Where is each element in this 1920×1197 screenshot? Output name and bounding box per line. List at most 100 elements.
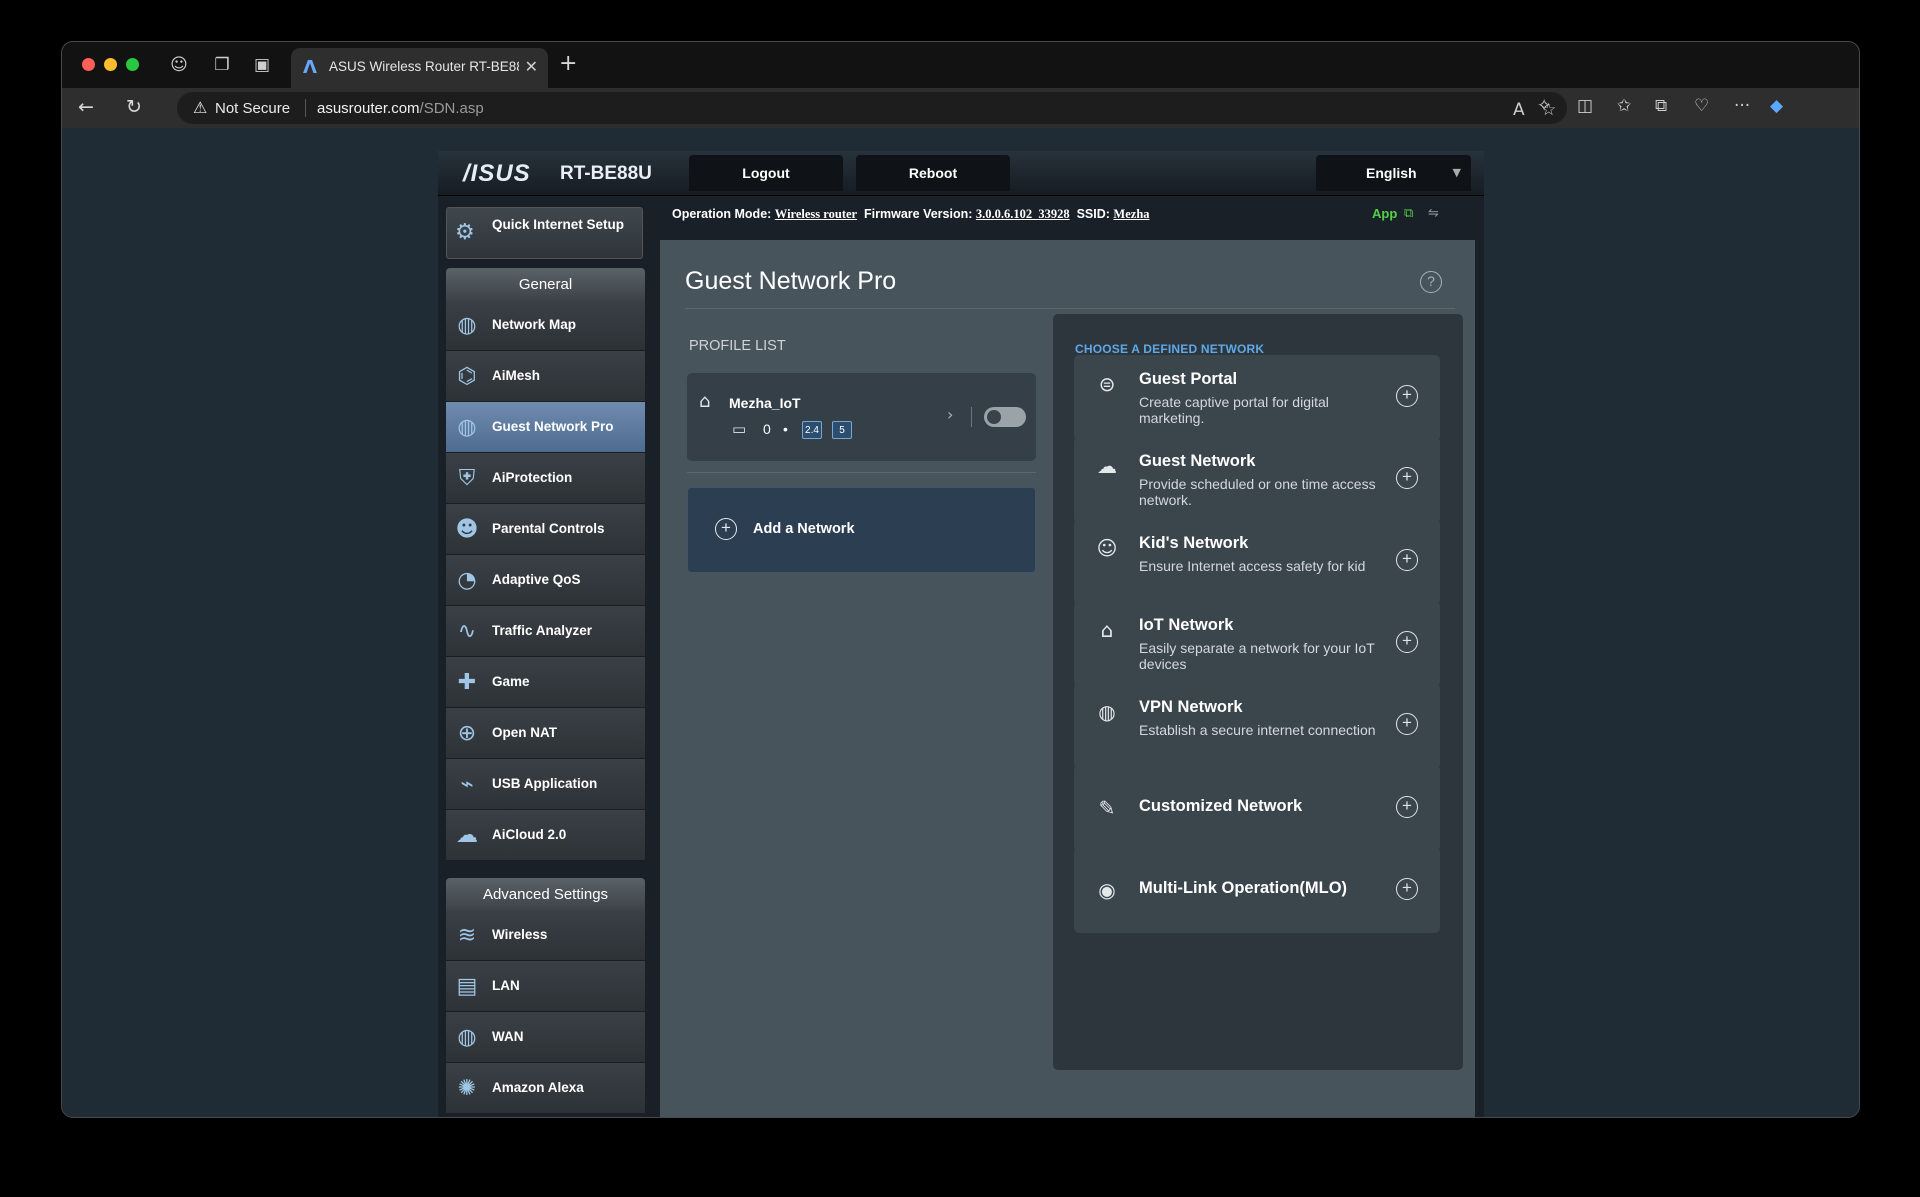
network-status-icon[interactable]: ⧉ (1404, 206, 1413, 221)
tab-title: ASUS Wireless Router RT-BE88U (329, 59, 519, 74)
workspaces-icon[interactable]: ❐ (210, 53, 234, 77)
minimize-window-button[interactable] (104, 58, 117, 71)
address-bar: ← ↻ ⚠ Not Secure asusrouter.com/SDN.asp … (62, 88, 1859, 128)
chevron-right-icon[interactable]: › (947, 405, 953, 424)
sidebar-item-label: AiCloud 2.0 (492, 827, 567, 842)
sidebar-item-aicloud-2-0[interactable]: ☁ AiCloud 2.0 (446, 810, 645, 861)
content-panel: Guest Network Pro ? PROFILE LIST ⌂ Mezha… (660, 240, 1475, 1117)
sidebar-adv-item-lan[interactable]: ▤ LAN (446, 961, 645, 1012)
network-card-customized-network[interactable]: ✎ Customized Network + (1074, 765, 1440, 851)
usb-icon: ⌁ (460, 772, 474, 797)
maximize-window-button[interactable] (126, 58, 139, 71)
sidebar-item-aimesh[interactable]: ⌬ AiMesh (446, 351, 645, 402)
add-circle-icon[interactable]: + (1396, 385, 1418, 407)
sidebar-item-guest-network-pro[interactable]: ◍ Guest Network Pro (446, 402, 645, 453)
more-options-icon[interactable]: ··· (1734, 96, 1750, 116)
collections-icon[interactable]: ⧉ (1655, 96, 1667, 116)
page-viewport: /ISUS RT-BE88U Logout Reboot English ▼ O… (62, 128, 1859, 1117)
sidebar-item-game[interactable]: ✚ Game (446, 657, 645, 708)
network-card-iot-network[interactable]: ⌂ IoT Network Easily separate a network fo… (1074, 601, 1440, 687)
add-circle-icon[interactable]: + (1396, 713, 1418, 735)
help-icon[interactable]: ? (1420, 271, 1442, 293)
network-card-title: VPN Network (1139, 698, 1243, 716)
url-field[interactable]: ⚠ Not Secure asusrouter.com/SDN.asp A ☆ (177, 92, 1567, 124)
security-label[interactable]: Not Secure (215, 100, 290, 117)
profile-enable-toggle[interactable] (984, 407, 1026, 427)
quick-setup-label: Quick Internet Setup (492, 217, 625, 232)
browser-essentials-icon[interactable]: ♡ (1694, 96, 1709, 116)
browser-tab[interactable]: Λ ASUS Wireless Router RT-BE88U ✕ (291, 48, 548, 88)
sidebar-item-label: Traffic Analyzer (492, 623, 593, 638)
sidebar-adv-item-amazon-alexa[interactable]: ✺ Amazon Alexa (446, 1063, 645, 1114)
chevron-down-icon: ▼ (1452, 166, 1461, 179)
network-card-description: Easily separate a network for your IoT d… (1139, 640, 1375, 672)
sidebar-adv-item-wireless[interactable]: ≋ Wireless (446, 910, 645, 961)
sidebar-item-label: LAN (492, 978, 520, 993)
network-card-kid-s-network[interactable]: ☺ Kid's Network Ensure Internet access saf… (1074, 519, 1440, 605)
reboot-button[interactable]: Reboot (856, 155, 1010, 191)
open-nat-icon: ⊕ (457, 721, 477, 746)
quick-internet-setup-button[interactable]: ⚙ Quick Internet Setup (446, 207, 643, 259)
mlo-icon: ◉ (1098, 878, 1116, 902)
toggle-knob (987, 410, 1001, 424)
firmware-label: Firmware Version: (864, 207, 973, 221)
language-value: English (1366, 165, 1417, 181)
language-select[interactable]: English ▼ (1316, 155, 1471, 191)
add-network-button[interactable]: + Add a Network (687, 487, 1036, 573)
network-card-vpn-network[interactable]: ◍ VPN Network Establish a secure internet … (1074, 683, 1440, 769)
refresh-icon[interactable]: ↻ (126, 96, 142, 118)
extensions-icon[interactable]: ✧ (1537, 96, 1551, 116)
read-aloud-icon[interactable]: A (1513, 100, 1525, 120)
sidebar-item-aiprotection[interactable]: ⛨ AiProtection (446, 453, 645, 504)
split-screen-icon[interactable]: ◫ (1577, 96, 1593, 116)
lan-icon: ▤ (456, 974, 478, 999)
defined-network-panel: CHOOSE A DEFINED NETWORK ⊜ Guest Portal Cr… (1053, 314, 1463, 1070)
favorites-icon[interactable]: ✩ (1617, 96, 1631, 116)
url-text: asusrouter.com/SDN.asp (317, 100, 484, 117)
copilot-icon[interactable]: ◆ (1770, 96, 1783, 116)
sidebar-adv-item-wan[interactable]: ◍ WAN (446, 1012, 645, 1063)
logout-button[interactable]: Logout (689, 155, 843, 191)
network-card-guest-portal[interactable]: ⊜ Guest Portal Create captive portal for d… (1074, 355, 1440, 441)
close-tab-icon[interactable]: ✕ (525, 57, 538, 76)
usb-status-icon[interactable]: ⇋ (1428, 206, 1439, 221)
alexa-icon: ✺ (457, 1076, 477, 1101)
iot-home-icon: ⌂ (1100, 618, 1114, 642)
separator-dot: • (783, 421, 788, 437)
status-line: Operation Mode: Wireless router Firmware… (672, 207, 1150, 222)
advanced-menu-title: Advanced Settings (446, 878, 645, 910)
profile-card[interactable]: ⌂ Mezha_IoT ▭ 0 • 2.4 5 › (687, 373, 1036, 461)
sidebar-item-open-nat[interactable]: ⊕ Open NAT (446, 708, 645, 759)
sidebar-item-network-map[interactable]: ◍ Network Map (446, 300, 645, 351)
general-menu: General ◍ Network Map ⌬ AiMesh ◍ Guest Networ… (446, 268, 645, 861)
network-card-guest-network[interactable]: ☁ Guest Network Provide scheduled or one t… (1074, 437, 1440, 523)
sidebar-item-label: Game (492, 674, 530, 689)
sidebar-item-adaptive-qos[interactable]: ◔ Adaptive QoS (446, 555, 645, 606)
sidebar-item-parental-controls[interactable]: ☻ Parental Controls (446, 504, 645, 555)
sidebar-item-usb-application[interactable]: ⌁ USB Application (446, 759, 645, 810)
add-circle-icon[interactable]: + (1396, 631, 1418, 653)
title-divider (685, 308, 1455, 309)
asus-favicon-icon: Λ (303, 57, 317, 78)
profile-divider (971, 407, 972, 427)
sidebar-item-traffic-analyzer[interactable]: ∿ Traffic Analyzer (446, 606, 645, 657)
ssid-link[interactable]: Mezha (1113, 207, 1149, 221)
new-tab-icon[interactable]: + (559, 51, 577, 76)
back-icon[interactable]: ← (78, 96, 94, 118)
close-window-button[interactable] (82, 58, 95, 71)
browser-window: ☺ ❐ ▣ Λ ASUS Wireless Router RT-BE88U ✕ … (61, 41, 1860, 1118)
add-circle-icon[interactable]: + (1396, 878, 1418, 900)
device-count: 0 (763, 421, 771, 437)
app-link[interactable]: App (1372, 206, 1397, 221)
add-circle-icon[interactable]: + (1396, 796, 1418, 818)
tab-actions-icon[interactable]: ▣ (250, 53, 274, 77)
firmware-link[interactable]: 3.0.0.6.102_33928 (976, 207, 1070, 221)
network-card-multi-link-operation-mlo[interactable]: ◉ Multi-Link Operation(MLO) + (1074, 847, 1440, 933)
add-circle-icon[interactable]: + (1396, 549, 1418, 571)
tab-bar: ☺ ❐ ▣ Λ ASUS Wireless Router RT-BE88U ✕ … (62, 42, 1859, 88)
lock-shield-icon: ⛨ (458, 466, 476, 491)
profile-avatar-icon[interactable]: ☺ (167, 53, 191, 77)
add-circle-icon[interactable]: + (1396, 467, 1418, 489)
operation-mode-link[interactable]: Wireless router (775, 207, 857, 221)
add-network-label: Add a Network (753, 521, 855, 537)
